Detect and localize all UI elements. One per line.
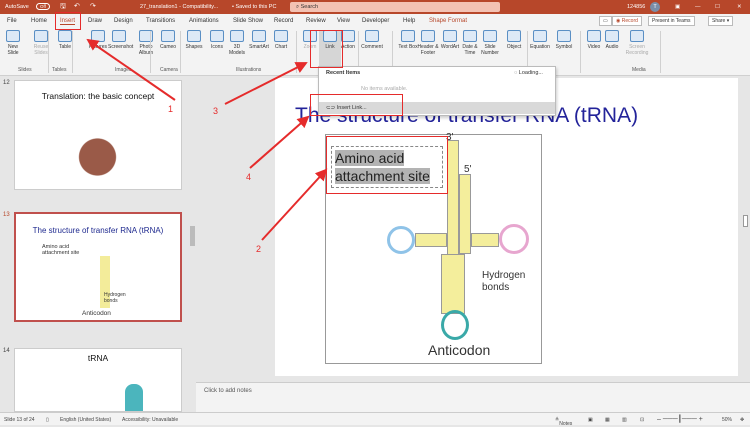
annotation-number-2: 2 — [256, 244, 262, 254]
notes-button[interactable]: ≜ Notes — [555, 417, 572, 427]
fit-to-window-icon[interactable]: ✥ — [740, 417, 744, 423]
spellcheck-icon[interactable]: ▯ — [46, 417, 49, 423]
arrow-2 — [261, 168, 328, 241]
normal-view-icon[interactable]: ▣ — [588, 417, 593, 423]
slide-sorter-icon[interactable]: ▦ — [605, 417, 610, 423]
annotation-arrows — [86, 38, 328, 241]
annotation-number-4: 4 — [246, 172, 252, 182]
slideshow-icon[interactable]: ⊡ — [640, 417, 644, 423]
annotation-number-3: 3 — [213, 106, 219, 116]
arrow-1 — [86, 38, 176, 101]
arrow-3 — [224, 62, 308, 105]
language-status[interactable]: English (United States) — [60, 417, 111, 423]
annotation-number-1: 1 — [168, 104, 174, 114]
accessibility-status[interactable]: Accessibility: Unavailable — [122, 417, 178, 423]
status-bar: Slide 13 of 24 ▯ English (United States)… — [0, 412, 750, 427]
zoom-level[interactable]: 50% — [722, 417, 732, 423]
zoom-slider[interactable]: – ───┃─── + — [657, 415, 717, 423]
slide-counter: Slide 13 of 24 — [4, 417, 35, 423]
arrow-4 — [249, 115, 310, 169]
reading-view-icon[interactable]: ▥ — [622, 417, 627, 423]
